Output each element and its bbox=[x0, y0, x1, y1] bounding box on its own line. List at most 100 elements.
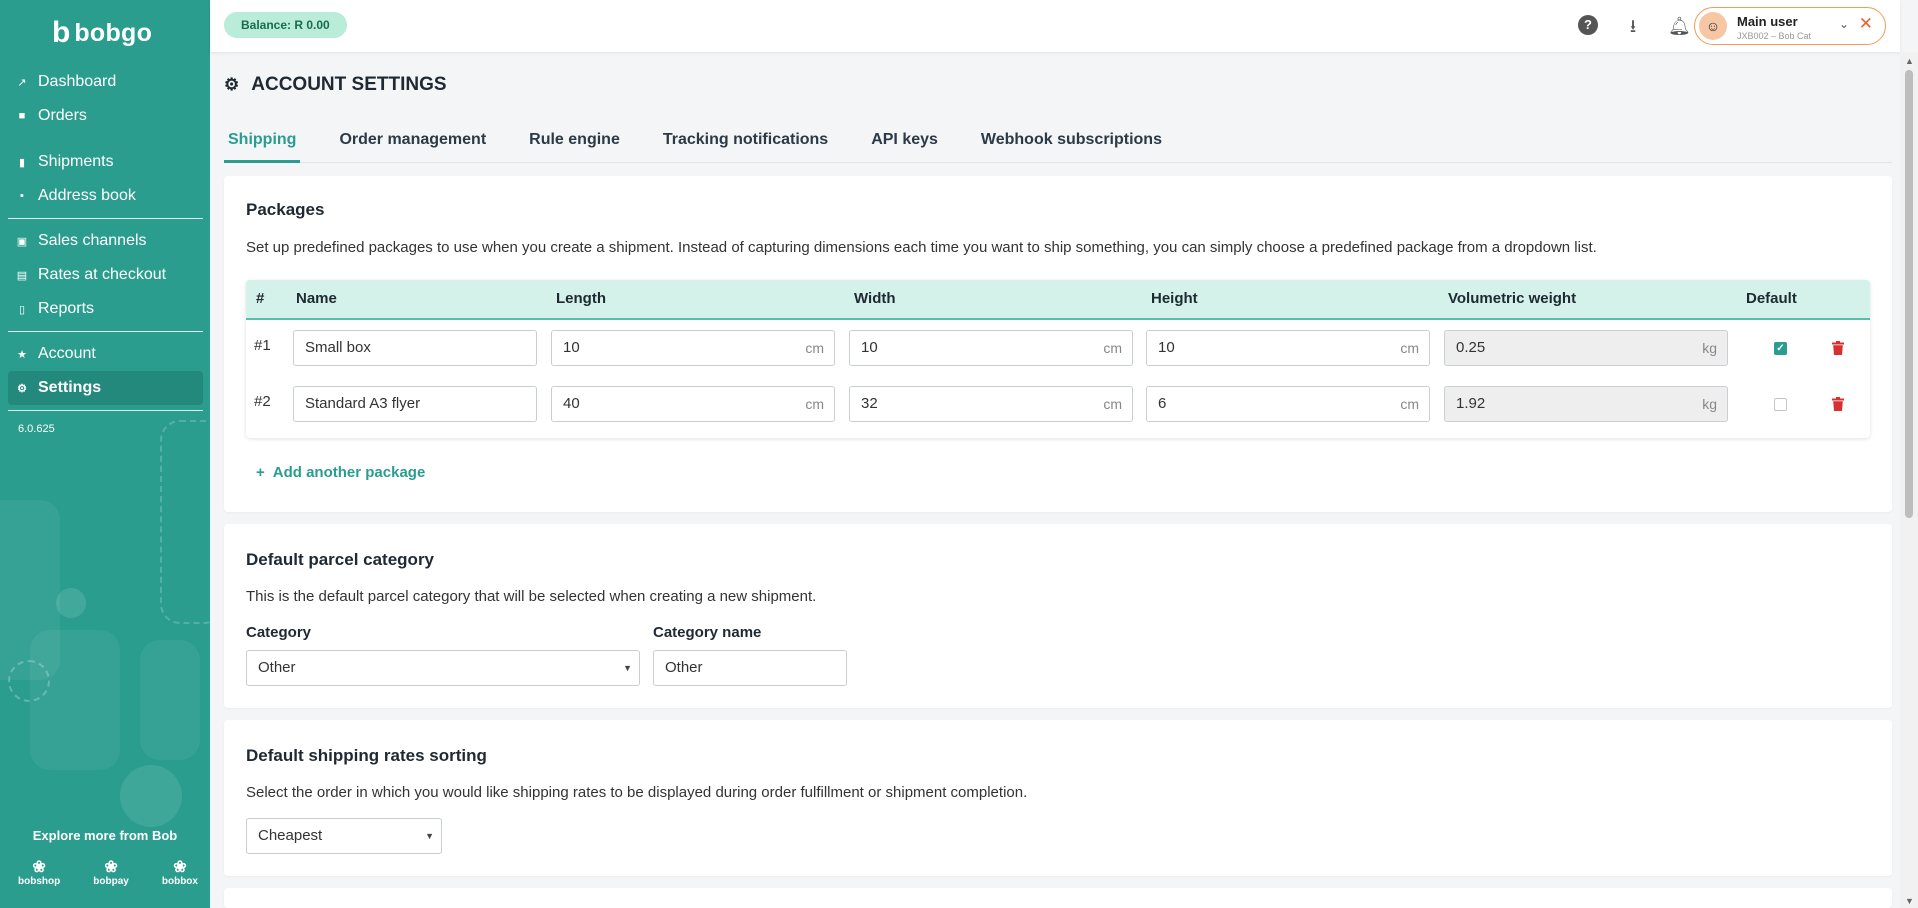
height-input[interactable]: 6 cm bbox=[1146, 386, 1430, 422]
scroll-down-icon[interactable]: ▼ bbox=[1905, 896, 1914, 906]
star-icon: ★ bbox=[17, 348, 27, 361]
table-header: # Name Length Width Height Volumetric we… bbox=[246, 280, 1870, 320]
caret-down-icon: ▼ bbox=[623, 663, 632, 673]
sidebar-divider bbox=[8, 138, 203, 140]
section-description: Select the order in which you would like… bbox=[246, 784, 1028, 801]
user-menu[interactable]: ☺ Main user JXB002 – Bob Cat ⌄ ✕ bbox=[1694, 7, 1886, 45]
logo-mark: b bbox=[52, 16, 71, 49]
sidebar-item-label: Account bbox=[38, 345, 96, 362]
length-input[interactable]: 10 cm bbox=[551, 330, 835, 366]
sidebar-item-label: Address book bbox=[38, 187, 136, 204]
volumetric-weight-field: 1.92 kg bbox=[1444, 386, 1728, 422]
input-value: Small box bbox=[305, 339, 371, 356]
add-package-button[interactable]: + Add another package bbox=[256, 464, 425, 481]
default-checkbox[interactable] bbox=[1774, 398, 1787, 411]
column-header: Length bbox=[556, 290, 606, 307]
sitemap-icon: ▣ bbox=[16, 235, 28, 248]
width-input[interactable]: 10 cm bbox=[849, 330, 1133, 366]
sidebar-item-reports[interactable]: ▯ Reports bbox=[8, 292, 203, 326]
column-header: Height bbox=[1151, 290, 1198, 307]
page-scrollbar[interactable]: ▲ ▼ bbox=[1900, 52, 1918, 908]
height-input[interactable]: 10 cm bbox=[1146, 330, 1430, 366]
bobgo-logo[interactable]: b bobgo bbox=[52, 18, 152, 48]
select-value: Other bbox=[258, 659, 296, 676]
parcel-category-card: Default parcel category This is the defa… bbox=[224, 524, 1892, 708]
download-icon[interactable]: ⭳ bbox=[1622, 15, 1644, 37]
tab-order-management[interactable]: Order management bbox=[335, 124, 490, 160]
trash-icon[interactable] bbox=[1832, 397, 1844, 411]
packages-card: Packages Set up predefined packages to u… bbox=[224, 176, 1892, 512]
help-icon[interactable]: ? bbox=[1578, 15, 1598, 35]
column-header: Name bbox=[296, 290, 337, 307]
unit-label: cm bbox=[1103, 396, 1122, 412]
unit-label: cm bbox=[1400, 340, 1419, 356]
scroll-thumb[interactable] bbox=[1905, 70, 1913, 518]
bobpay-link[interactable]: ❀ bobpay bbox=[93, 860, 129, 888]
tab-webhook-subscriptions[interactable]: Webhook subscriptions bbox=[977, 124, 1166, 160]
bobbox-logo-icon: ❀ bbox=[173, 859, 187, 876]
calculator-icon: ▤ bbox=[16, 269, 28, 282]
column-header: Default bbox=[1746, 290, 1797, 307]
file-icon: ▯ bbox=[18, 303, 26, 316]
basket-icon: ■ bbox=[18, 110, 26, 122]
section-title: Default shipping rates sorting bbox=[246, 746, 487, 765]
package-name-input[interactable]: Small box bbox=[293, 330, 537, 366]
chevron-down-icon[interactable]: ⌄ bbox=[1839, 17, 1849, 31]
package-name-input[interactable]: Standard A3 flyer bbox=[293, 386, 537, 422]
length-input[interactable]: 40 cm bbox=[551, 386, 835, 422]
sidebar-item-sales-channels[interactable]: ▣ Sales channels bbox=[8, 224, 203, 258]
user-name: Main user bbox=[1737, 14, 1798, 29]
sidebar-item-label: Reports bbox=[38, 300, 95, 317]
app-version: 6.0.625 bbox=[18, 423, 55, 435]
input-value: 1.92 bbox=[1456, 395, 1486, 412]
caret-down-icon: ▼ bbox=[425, 831, 434, 841]
input-value: 10 bbox=[1158, 339, 1175, 356]
trash-icon[interactable] bbox=[1832, 341, 1844, 355]
tab-shipping[interactable]: Shipping bbox=[224, 124, 301, 163]
unit-label: kg bbox=[1702, 396, 1717, 412]
column-header: # bbox=[256, 290, 265, 307]
row-number: #2 bbox=[254, 393, 271, 410]
bell-icon[interactable]: 🔔︎ bbox=[1668, 15, 1691, 37]
sidebar: b bobgo ↗ Dashboard ■ Orders ▮ Shipments… bbox=[0, 0, 210, 908]
sidebar-item-orders[interactable]: ■ Orders bbox=[8, 99, 203, 133]
product-links: ❀ bobshop ❀ bobpay ❀ bobbox bbox=[18, 859, 198, 888]
truck-icon: ▮ bbox=[18, 156, 26, 169]
tab-api-keys[interactable]: API keys bbox=[867, 124, 942, 160]
column-header: Width bbox=[854, 290, 896, 307]
category-name-label: Category name bbox=[653, 624, 762, 641]
sidebar-item-address-book[interactable]: ▪ Address book bbox=[8, 179, 203, 213]
sidebar-divider bbox=[8, 410, 203, 411]
width-input[interactable]: 32 cm bbox=[849, 386, 1133, 422]
product-label: bobpay bbox=[93, 876, 129, 887]
sidebar-item-account[interactable]: ★ Account bbox=[8, 337, 203, 371]
bobbox-link[interactable]: ❀ bobbox bbox=[162, 859, 198, 888]
user-account: JXB002 – Bob Cat bbox=[1737, 31, 1812, 41]
sidebar-divider bbox=[8, 218, 203, 219]
close-icon[interactable]: ✕ bbox=[1859, 14, 1873, 34]
sidebar-item-label: Sales channels bbox=[38, 232, 147, 249]
rates-sorting-card: Default shipping rates sorting Select th… bbox=[224, 720, 1892, 876]
sidebar-item-dashboard[interactable]: ↗ Dashboard bbox=[8, 65, 203, 99]
sidebar-nav: ↗ Dashboard ■ Orders ▮ Shipments ▪ Addre… bbox=[8, 65, 203, 435]
tab-rule-engine[interactable]: Rule engine bbox=[525, 124, 624, 160]
next-section-card bbox=[224, 888, 1892, 908]
bobshop-link[interactable]: ❀ bobshop bbox=[18, 859, 60, 888]
tab-tracking-notifications[interactable]: Tracking notifications bbox=[659, 124, 832, 160]
default-checkbox[interactable]: ✓ bbox=[1774, 342, 1787, 355]
input-value: Standard A3 flyer bbox=[305, 395, 421, 412]
category-name-input[interactable]: Other bbox=[653, 650, 847, 686]
rates-sorting-select[interactable]: Cheapest ▼ bbox=[246, 818, 442, 854]
row-number: #1 bbox=[254, 337, 271, 354]
sidebar-item-shipments[interactable]: ▮ Shipments bbox=[8, 145, 203, 179]
section-description: Set up predefined packages to use when y… bbox=[246, 239, 1597, 256]
bobshop-logo-icon: ❀ bbox=[32, 859, 46, 876]
packages-table: # Name Length Width Height Volumetric we… bbox=[246, 280, 1870, 438]
scroll-up-icon[interactable]: ▲ bbox=[1905, 56, 1914, 66]
input-value: 32 bbox=[861, 395, 878, 412]
sidebar-item-label: Rates at checkout bbox=[38, 266, 167, 283]
balance-badge[interactable]: Balance: R 0.00 bbox=[224, 12, 347, 38]
category-select[interactable]: Other ▼ bbox=[246, 650, 640, 686]
sidebar-item-settings[interactable]: ⚙ Settings bbox=[8, 371, 203, 405]
sidebar-item-rates-at-checkout[interactable]: ▤ Rates at checkout bbox=[8, 258, 203, 292]
